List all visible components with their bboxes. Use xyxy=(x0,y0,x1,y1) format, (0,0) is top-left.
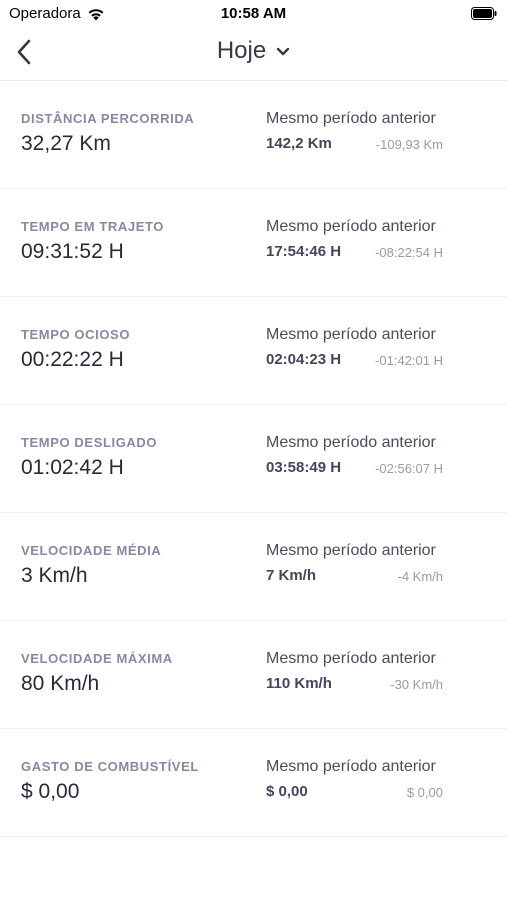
compare-title: Mesmo período anterior xyxy=(266,110,436,127)
metric-label: TEMPO OCIOSO xyxy=(21,327,131,342)
compare-value: 17:54:46 H xyxy=(266,243,342,260)
metric-label: VELOCIDADE MÁXIMA xyxy=(21,651,173,666)
status-bar: Operadora 10:58 AM xyxy=(0,0,507,28)
compare-title: Mesmo período anterior xyxy=(266,542,436,559)
compare-diff: -02:56:07 H xyxy=(375,461,443,476)
compare-title: Mesmo período anterior xyxy=(266,326,436,343)
metric-label: DISTÂNCIA PERCORRIDA xyxy=(21,111,195,126)
metric-row-idle-time: TEMPO OCIOSO 00:22:22 H Mesmo período an… xyxy=(0,297,507,405)
metric-value: 01:02:42 H xyxy=(21,456,124,479)
metric-row-fuel-cost: GASTO DE COMBUSTÍVEL $ 0,00 Mesmo períod… xyxy=(0,729,507,837)
metric-row-travel-time: TEMPO EM TRAJETO 09:31:52 H Mesmo períod… xyxy=(0,189,507,297)
compare-value: 7 Km/h xyxy=(266,567,317,584)
compare-title: Mesmo período anterior xyxy=(266,218,436,235)
metric-value: 32,27 Km xyxy=(21,132,111,155)
metric-row-max-speed: VELOCIDADE MÁXIMA 80 Km/h Mesmo período … xyxy=(0,621,507,729)
metric-value: 3 Km/h xyxy=(21,564,88,587)
metric-row-off-time: TEMPO DESLIGADO 01:02:42 H Mesmo período… xyxy=(0,405,507,513)
period-selector[interactable]: Hoje xyxy=(0,37,507,65)
page-title[interactable]: Hoje xyxy=(217,37,266,65)
metric-label: TEMPO EM TRAJETO xyxy=(21,219,164,234)
chevron-down-icon[interactable] xyxy=(276,47,290,57)
compare-title: Mesmo período anterior xyxy=(266,758,436,775)
metric-label: VELOCIDADE MÉDIA xyxy=(21,543,162,558)
compare-value: 110 Km/h xyxy=(266,675,332,692)
status-time: 10:58 AM xyxy=(220,5,287,22)
battery-icon xyxy=(471,7,497,20)
metrics-list: DISTÂNCIA PERCORRIDA 32,27 Km Mesmo perí… xyxy=(0,81,507,837)
metric-value: 00:22:22 H xyxy=(21,348,124,371)
compare-diff: $ 0,00 xyxy=(406,785,443,800)
compare-title: Mesmo período anterior xyxy=(266,434,436,451)
compare-diff: -4 Km/h xyxy=(397,569,443,584)
metric-value: 09:31:52 H xyxy=(21,240,124,263)
navigation-bar: Hoje xyxy=(0,28,507,81)
compare-value: $ 0,00 xyxy=(266,783,308,800)
compare-diff: -08:22:54 H xyxy=(375,245,443,260)
compare-value: 02:04:23 H xyxy=(266,351,342,368)
compare-diff: -109,93 Km xyxy=(375,137,443,152)
metric-label: TEMPO DESLIGADO xyxy=(21,435,158,450)
metric-row-distance: DISTÂNCIA PERCORRIDA 32,27 Km Mesmo perí… xyxy=(0,81,507,189)
metric-value: $ 0,00 xyxy=(21,780,80,803)
metric-row-avg-speed: VELOCIDADE MÉDIA 3 Km/h Mesmo período an… xyxy=(0,513,507,621)
metric-label: GASTO DE COMBUSTÍVEL xyxy=(21,759,199,774)
compare-value: 142,2 Km xyxy=(266,135,332,152)
compare-value: 03:58:49 H xyxy=(266,459,342,476)
compare-title: Mesmo período anterior xyxy=(266,650,436,667)
metric-value: 80 Km/h xyxy=(21,672,100,695)
compare-diff: -01:42:01 H xyxy=(375,353,443,368)
compare-diff: -30 Km/h xyxy=(390,677,443,692)
